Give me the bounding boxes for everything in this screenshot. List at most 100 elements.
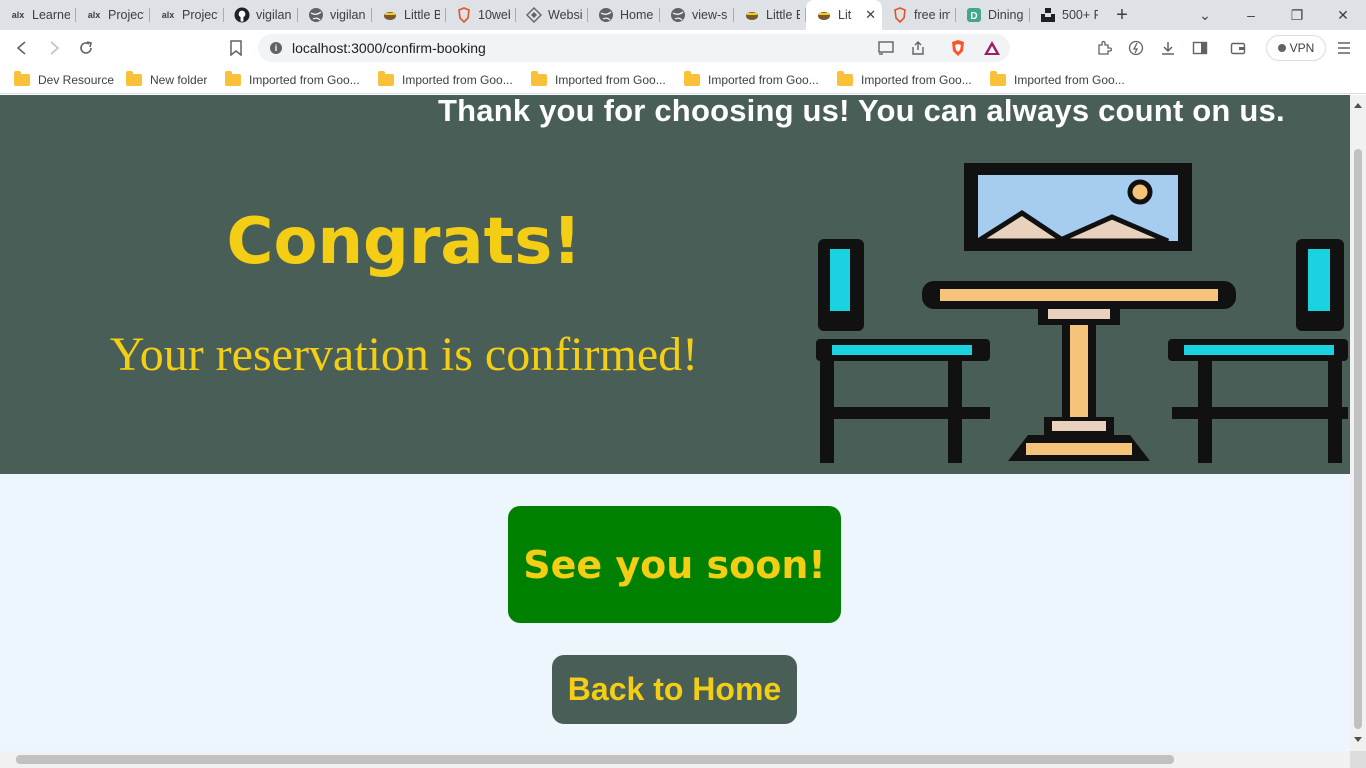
little-lemon-icon [816, 7, 832, 23]
brave-icon [892, 7, 908, 23]
little-lemon-icon [744, 7, 760, 23]
bookmark-label: Dev Resource [38, 73, 115, 87]
back-icon[interactable] [10, 36, 34, 60]
close-tab-icon[interactable]: ✕ [865, 7, 876, 23]
scroll-up-icon[interactable] [1354, 103, 1362, 108]
reload-icon[interactable] [74, 36, 98, 60]
github-icon [234, 7, 250, 23]
tab[interactable]: alx Project [150, 0, 224, 30]
tab-active[interactable]: Lit ✕ [806, 0, 882, 30]
tab[interactable]: Little B [734, 0, 806, 30]
tab[interactable]: Little B [372, 0, 446, 30]
tab-strip: alx Learne alx Project alx Project vigil… [0, 0, 1366, 30]
tab[interactable]: vigilan [298, 0, 372, 30]
bookmark-label: Imported from Goo... [861, 73, 972, 87]
address-bar[interactable]: i localhost:3000/confirm-booking [258, 34, 1010, 62]
tab-title: Home [620, 8, 654, 22]
folder-icon [225, 71, 241, 86]
vpn-status-icon [1277, 44, 1286, 52]
bookmark-folder[interactable]: Imported from Goo... [531, 71, 666, 89]
bookmark-label: New folder [150, 73, 208, 87]
tab[interactable]: alx Learne [0, 0, 76, 30]
menu-icon[interactable] [1332, 36, 1356, 60]
bookmark-folder[interactable]: Imported from Goo... [225, 71, 360, 89]
tab-title: Learne [32, 8, 70, 22]
tab[interactable]: free im [882, 0, 956, 30]
bookmark-folder[interactable]: New folder [126, 71, 207, 89]
site-info-icon[interactable]: i [270, 42, 282, 54]
minimize-button[interactable]: – [1228, 0, 1274, 30]
download-icon[interactable] [1156, 36, 1180, 60]
unsplash-icon [1040, 7, 1056, 23]
page-viewport: Thank you for choosing us! You can alway… [0, 95, 1350, 751]
d-icon: D [966, 7, 982, 23]
vpn-button[interactable]: VPN [1266, 35, 1326, 61]
tab[interactable]: Websit [516, 0, 588, 30]
close-window-button[interactable]: ✕ [1320, 0, 1366, 30]
bookmark-folder[interactable]: Dev Resource [14, 71, 114, 89]
brave-rewards-icon[interactable] [980, 36, 1004, 60]
horizontal-scroll-thumb[interactable] [16, 755, 1174, 764]
tab-title: view-s [692, 8, 728, 22]
bookmark-folder[interactable]: Imported from Goo... [990, 71, 1125, 89]
tab[interactable]: view-s [660, 0, 734, 30]
forward-icon[interactable] [42, 36, 66, 60]
folder-icon [837, 71, 853, 86]
cast-icon[interactable] [874, 36, 898, 60]
address-url[interactable]: localhost:3000/confirm-booking [292, 40, 486, 56]
extensions-icon[interactable] [1092, 36, 1116, 60]
tab-title: Websit [548, 8, 582, 22]
bookmark-folder[interactable]: Imported from Goo... [378, 71, 513, 89]
globe-icon [670, 7, 686, 23]
tab-title: vigilan [330, 8, 366, 22]
tab[interactable]: Home [588, 0, 660, 30]
wallet-icon[interactable] [1226, 36, 1250, 60]
tab[interactable]: D Dining [956, 0, 1030, 30]
brave-shields-icon[interactable] [946, 36, 970, 60]
tab-title: Lit [838, 8, 852, 22]
folder-icon [684, 71, 700, 86]
svg-text:D: D [970, 11, 977, 22]
vertical-scroll-thumb[interactable] [1354, 149, 1362, 729]
scroll-down-icon[interactable] [1354, 737, 1362, 742]
bookmark-folder[interactable]: Imported from Goo... [837, 71, 972, 89]
tab-search-icon[interactable]: ⌄ [1182, 0, 1228, 30]
thank-you-message: Thank you for choosing us! You can alway… [438, 95, 1285, 128]
folder-icon [14, 71, 30, 86]
confirmation-hero: Thank you for choosing us! You can alway… [0, 95, 1350, 474]
diamond-icon [526, 7, 542, 23]
alx-icon: alx [161, 10, 175, 20]
tab-title: free im [914, 8, 950, 22]
globe-icon [598, 7, 614, 23]
bookmark-icon[interactable] [224, 36, 248, 60]
bookmark-label: Imported from Goo... [249, 73, 360, 87]
vertical-scrollbar[interactable] [1350, 95, 1366, 751]
tab-title: Project [182, 8, 218, 22]
tab[interactable]: vigilan [224, 0, 298, 30]
folder-icon [378, 71, 394, 86]
dining-table-illustration-icon [816, 163, 1348, 463]
bookmark-folder[interactable]: Imported from Goo... [684, 71, 819, 89]
globe-icon [308, 7, 324, 23]
new-tab-button[interactable]: + [1104, 0, 1140, 30]
tab-title: Little B [404, 8, 440, 22]
tab[interactable]: 500+ F [1030, 0, 1104, 30]
share-icon[interactable] [906, 36, 930, 60]
tab[interactable]: 10web [446, 0, 516, 30]
tab-title: Little B [766, 8, 800, 22]
tab-title: 10web [478, 8, 510, 22]
tab-title: vigilan [256, 8, 292, 22]
see-you-soon-button[interactable]: See you soon! [508, 506, 841, 623]
bookmark-label: Imported from Goo... [1014, 73, 1125, 87]
congrats-heading: Congrats! [226, 205, 582, 279]
folder-icon [990, 71, 1006, 86]
restore-button[interactable]: ❐ [1274, 0, 1320, 30]
back-to-home-button[interactable]: Back to Home [552, 655, 797, 724]
bookmark-label: Imported from Goo... [402, 73, 513, 87]
tab[interactable]: alx Project [76, 0, 150, 30]
sidebar-icon[interactable] [1188, 36, 1212, 60]
vpn-label: VPN [1289, 41, 1315, 55]
leo-icon[interactable] [1124, 36, 1148, 60]
horizontal-scrollbar[interactable] [0, 751, 1350, 768]
bookmarks-bar: Dev Resource New folder Imported from Go… [0, 66, 1366, 94]
